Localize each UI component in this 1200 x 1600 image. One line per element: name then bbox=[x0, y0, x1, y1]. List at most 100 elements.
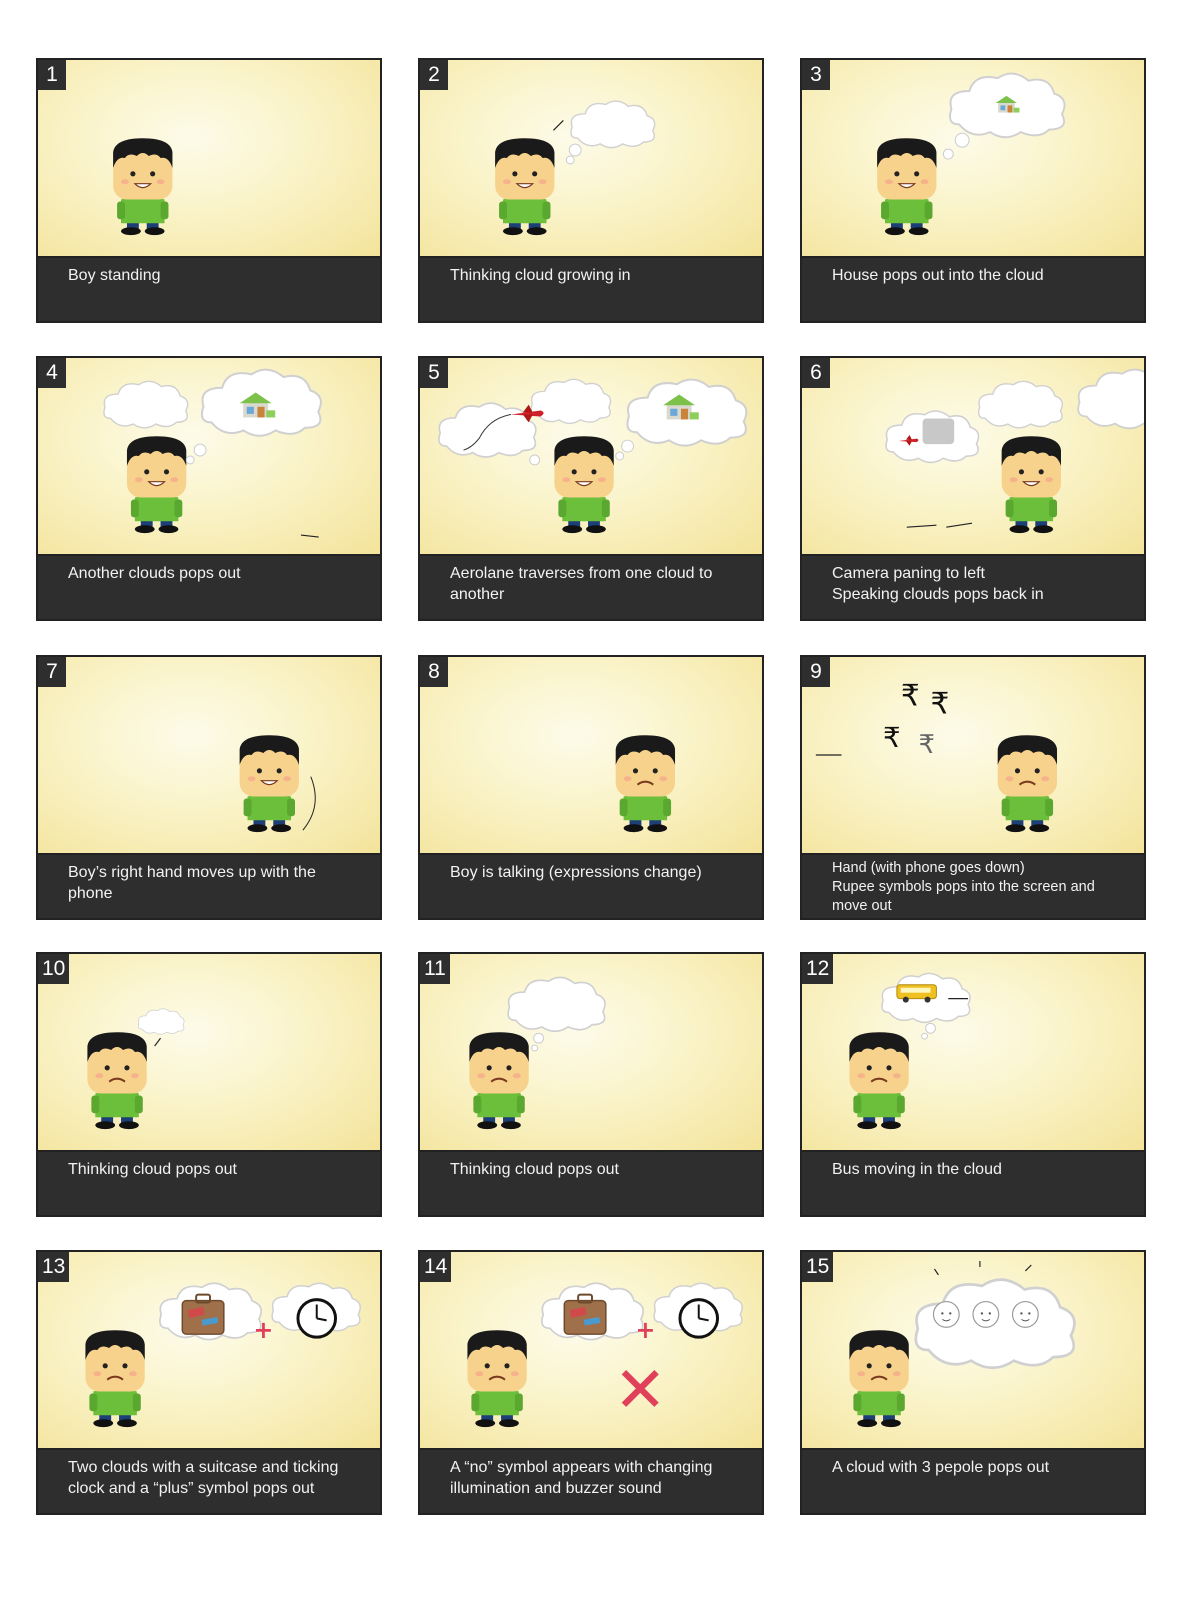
storyboard-panel-14: + ✕ 14 A “no” symbol appears with changin… bbox=[418, 1250, 764, 1515]
storyboard-panel-4: 4 Another clouds pops out bbox=[36, 356, 382, 621]
panel-scene bbox=[38, 954, 380, 1152]
thought-bubble bbox=[185, 455, 195, 465]
panel-scene bbox=[420, 358, 762, 556]
buildings-icon bbox=[922, 418, 955, 445]
boy-figure bbox=[495, 138, 555, 236]
boy-figure bbox=[469, 1032, 529, 1130]
motion-arrow bbox=[946, 522, 973, 528]
boy-figure bbox=[87, 1032, 147, 1130]
scene-illustration bbox=[885, 368, 1144, 534]
panel-scene: + ✕ bbox=[420, 1252, 762, 1450]
panel-caption: Thinking cloud growing in bbox=[450, 267, 631, 284]
storyboard-panel-15: 15 A cloud with 3 pepole pops out bbox=[800, 1250, 1146, 1515]
thought-bubble bbox=[568, 143, 582, 157]
scene-illustration: ₹ ₹₹ ₹ bbox=[815, 678, 1058, 833]
panel-caption: Hand (with phone goes down) Rupee symbol… bbox=[832, 860, 1095, 914]
thought-cloud bbox=[530, 378, 612, 425]
scene-illustration bbox=[103, 368, 322, 538]
panel-scene bbox=[38, 657, 380, 855]
panel-caption: Boy standing bbox=[68, 267, 161, 284]
thought-bubble bbox=[565, 155, 575, 165]
panel-number: 14 bbox=[420, 1252, 452, 1282]
panel-number: 3 bbox=[802, 60, 830, 90]
panel-number: 8 bbox=[420, 657, 448, 687]
person-face-icon bbox=[932, 1300, 960, 1328]
scene-illustration bbox=[87, 1008, 185, 1130]
storyboard-panel-9: ₹ ₹ ₹ ₹ 9 Hand (with phone goes down) Rupee… bbox=[800, 655, 1146, 920]
storyboard-panel-2: 2 Thinking cloud growing in bbox=[418, 58, 764, 323]
storyboard-panel-10: 10 Thinking cloud pops out bbox=[36, 952, 382, 1217]
thought-cloud bbox=[438, 402, 537, 458]
panel-caption: House pops out into the cloud bbox=[832, 267, 1044, 284]
panel-scene bbox=[38, 358, 380, 556]
storyboard-panel-3: 3 House pops out into the cloud bbox=[800, 58, 1146, 323]
panel-caption: Boy’s right hand moves up with the phone bbox=[68, 864, 316, 902]
storyboard-panel-7: 7 Boy’s right hand moves up with the pho… bbox=[36, 655, 382, 920]
storyboard-panel-8: 8 Boy is talking (expressions change) bbox=[418, 655, 764, 920]
panel-caption: A cloud with 3 pepole pops out bbox=[832, 1459, 1050, 1476]
storyboard-panel-5: 5 Aerolane traverses from one cloud to a… bbox=[418, 356, 764, 621]
panel-scene: + bbox=[38, 1252, 380, 1450]
panel-scene bbox=[420, 954, 762, 1152]
boy-figure bbox=[554, 436, 614, 534]
boy-figure bbox=[849, 1330, 909, 1428]
panel-number: 4 bbox=[38, 358, 66, 388]
panel-caption: Aerolane traverses from one cloud to ano… bbox=[450, 565, 713, 603]
panel-scene bbox=[420, 60, 762, 258]
panel-number: 12 bbox=[802, 954, 834, 984]
thought-cloud bbox=[977, 380, 1064, 429]
boy-figure bbox=[997, 735, 1058, 833]
thought-bubble bbox=[533, 1032, 545, 1044]
scene-illustration: +✕ bbox=[467, 1282, 743, 1428]
panel-scene: ₹ ₹ ₹ ₹ bbox=[802, 657, 1144, 855]
storyboard-panel-1: 1 Boy standing bbox=[36, 58, 382, 323]
panel-scene bbox=[38, 60, 380, 258]
panel-number: 1 bbox=[38, 60, 66, 90]
panel-number: 7 bbox=[38, 657, 66, 687]
panel-caption: Camera paning to left Speaking clouds po… bbox=[832, 565, 1044, 603]
scene-illustration: + bbox=[85, 1282, 361, 1428]
storyboard-panel-12: 12 Bus moving in the cloud bbox=[800, 952, 1146, 1217]
thought-cloud bbox=[507, 976, 606, 1033]
plus-symbol: + bbox=[635, 1316, 655, 1344]
suitcase-icon bbox=[181, 1293, 225, 1336]
panel-scene bbox=[802, 954, 1144, 1152]
motion-arrow bbox=[553, 120, 564, 131]
scene-illustration bbox=[239, 735, 316, 833]
panel-scene bbox=[420, 657, 762, 855]
panel-scene bbox=[802, 1252, 1144, 1450]
person-face-icon bbox=[972, 1300, 1000, 1328]
storyboard-panel-13: + 13 Two clouds with a suitcase and tick… bbox=[36, 1250, 382, 1515]
scene-illustration bbox=[113, 138, 173, 236]
panel-caption: Thinking cloud pops out bbox=[450, 1161, 619, 1178]
panel-caption: Two clouds with a suitcase and ticking c… bbox=[68, 1459, 339, 1497]
thought-bubble bbox=[925, 1022, 936, 1034]
boy-figure bbox=[849, 1032, 909, 1130]
panel-caption: Thinking cloud pops out bbox=[68, 1161, 237, 1178]
motion-arrow bbox=[154, 1037, 162, 1047]
thought-bubble bbox=[921, 1032, 929, 1040]
motion-arrow bbox=[1024, 1264, 1032, 1272]
plus-symbol: + bbox=[253, 1316, 273, 1344]
panel-number: 15 bbox=[802, 1252, 834, 1282]
panel-caption: Another clouds pops out bbox=[68, 565, 241, 582]
thought-cloud bbox=[1077, 368, 1144, 430]
panel-number: 5 bbox=[420, 358, 448, 388]
panel-number: 6 bbox=[802, 358, 830, 388]
storyboard-panel-6: 6 Camera paning to left Speaking clouds … bbox=[800, 356, 1146, 621]
boy-figure bbox=[877, 138, 937, 236]
scene-illustration bbox=[877, 72, 1066, 236]
no-symbol: ✕ bbox=[614, 1352, 667, 1426]
thought-cloud bbox=[137, 1008, 185, 1035]
suitcase-icon bbox=[563, 1293, 607, 1336]
panel-number: 2 bbox=[420, 60, 448, 90]
panel-number: 11 bbox=[420, 954, 450, 984]
thought-bubble bbox=[193, 443, 207, 457]
motion-arrow bbox=[906, 524, 937, 528]
boy-figure bbox=[467, 1330, 527, 1428]
rupee-symbol: ₹ bbox=[883, 721, 901, 754]
boy-figure bbox=[615, 735, 676, 833]
panel-number: 10 bbox=[38, 954, 70, 984]
thought-cloud bbox=[103, 380, 189, 429]
scene-illustration bbox=[849, 972, 971, 1130]
